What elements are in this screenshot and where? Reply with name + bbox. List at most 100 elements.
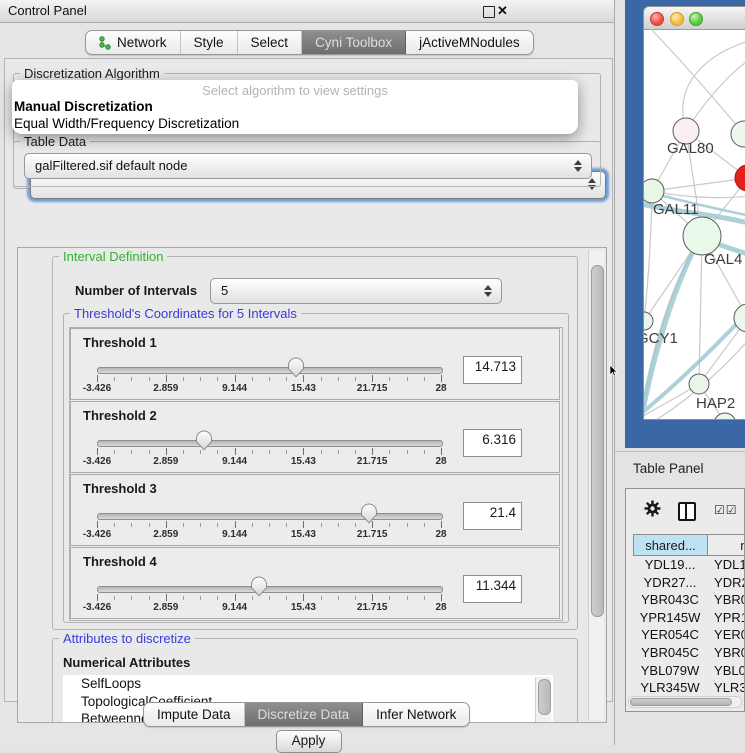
tab-jactivemnodules[interactable]: jActiveMNodules — [406, 31, 533, 54]
minimize-traffic-light[interactable] — [670, 12, 684, 26]
tab-select[interactable]: Select — [238, 31, 303, 54]
column-header-name[interactable]: na — [708, 534, 745, 556]
tick-label: 9.144 — [210, 456, 260, 467]
thresholds-group: Threshold's Coordinates for 5 Intervals … — [63, 313, 569, 623]
settings-scroll-pane: Interval Definition Number of Intervals … — [17, 247, 607, 723]
slider-track[interactable] — [97, 586, 443, 593]
main-scrollbar[interactable] — [588, 250, 604, 720]
number-of-intervals-label: Number of Intervals — [75, 283, 197, 298]
tick-label: 9.144 — [210, 383, 260, 394]
tick-label: 2.859 — [141, 602, 191, 613]
apply-button[interactable]: Apply — [276, 730, 342, 753]
slider-track[interactable] — [97, 513, 443, 520]
threshold-panel: Threshold 2 -3.4262.8599.14415.4321.7152… — [70, 401, 560, 473]
threshold-label: Threshold 4 — [83, 554, 157, 569]
control-panel-window: Control Panel ✕ Network Style Select Cyn… — [0, 0, 615, 745]
popup-hint: Select algorithm to view settings — [12, 83, 578, 98]
threshold-value-field[interactable]: 6.316 — [463, 429, 522, 457]
right-region: GAL80 GA GAL11 C GAL4 GCY1 H HAP2 Table … — [615, 0, 745, 745]
column-header-shared[interactable]: shared... — [633, 534, 708, 556]
slider-thumb[interactable] — [287, 357, 305, 378]
table-row[interactable]: YPR145WYPR1 — [633, 610, 745, 628]
top-tab-bar: Network Style Select Cyni Toolbox jActiv… — [85, 30, 534, 55]
popup-option-equal-width[interactable]: Equal Width/Frequency Discretization — [14, 116, 239, 131]
tab-style[interactable]: Style — [181, 31, 238, 54]
tick-label: 28 — [416, 602, 466, 613]
network-icon — [99, 36, 111, 50]
tab-impute-data[interactable]: Impute Data — [144, 703, 245, 726]
tick-label: 28 — [416, 456, 466, 467]
float-window-icon[interactable] — [483, 6, 495, 18]
cyni-toolbox-panel: Discretization Algorithm Table Data galF… — [4, 58, 613, 702]
network-node — [689, 374, 709, 394]
cell-name: YDL1 — [707, 557, 745, 575]
zoom-traffic-light[interactable] — [689, 12, 703, 26]
table-row[interactable]: YDR27...YDR2 — [633, 575, 745, 593]
tick-label: 15.43 — [278, 383, 328, 394]
tick-label: 21.715 — [347, 529, 397, 540]
threshold-label: Threshold 3 — [83, 481, 157, 496]
threshold-label: Threshold 1 — [83, 335, 157, 350]
slider-thumb[interactable] — [250, 576, 268, 597]
network-node — [731, 121, 745, 147]
group-title: Interval Definition — [59, 249, 167, 264]
threshold-panel: Threshold 4 -3.4262.8599.14415.4321.7152… — [70, 547, 560, 619]
slider-track[interactable] — [97, 367, 443, 374]
gear-icon[interactable] — [644, 500, 661, 517]
table-row[interactable]: YDL19...YDL1 — [633, 557, 745, 575]
window-title: Control Panel — [8, 3, 87, 18]
numerical-attributes-heading: Numerical Attributes — [63, 655, 190, 670]
thresholds-wrapper: Threshold 1 -3.426 2.859 9.144 15.43 21.715 2… — [69, 327, 563, 621]
cell-name: YPR1 — [707, 610, 745, 628]
group-title: Attributes to discretize — [59, 631, 195, 646]
table-hscrollbar[interactable] — [628, 696, 742, 708]
table-row[interactable]: YBR045CYBR0 — [633, 645, 745, 663]
cell-shared-name: YBL079W — [633, 663, 707, 681]
tab-discretize-data[interactable]: Discretize Data — [245, 703, 364, 726]
tab-cyni-toolbox[interactable]: Cyni Toolbox — [302, 31, 406, 54]
combo-value: 5 — [221, 283, 228, 298]
threshold-value-field[interactable]: 11.344 — [463, 575, 522, 603]
tab-infer-network[interactable]: Infer Network — [363, 703, 469, 726]
tab-network[interactable]: Network — [86, 31, 181, 54]
cell-shared-name: YPR145W — [633, 610, 707, 628]
threshold-value-field[interactable]: 14.713 — [463, 356, 522, 384]
table-row[interactable]: YBR043CYBR0 — [633, 592, 745, 610]
cell-shared-name: YBR045C — [633, 645, 707, 663]
tab-label: Network — [117, 35, 167, 50]
popup-option-manual[interactable]: Manual Discretization — [14, 99, 153, 114]
slider-ticks: -3.4262.8599.14415.4321.71528 — [97, 375, 442, 395]
table-row[interactable]: YER054CYER0 — [633, 627, 745, 645]
number-of-intervals-combo[interactable]: 5 — [210, 278, 502, 304]
threshold-label: Threshold 2 — [83, 408, 157, 423]
list-scrollbar[interactable] — [535, 677, 551, 723]
interval-definition-group: Interval Definition Number of Intervals … — [52, 256, 578, 630]
close-traffic-light[interactable] — [650, 12, 664, 26]
table-row[interactable]: YBL079WYBL0 — [633, 663, 745, 681]
select-columns-icon[interactable]: ☑☑ — [714, 503, 738, 517]
table-panel-title: Table Panel — [633, 461, 704, 476]
tick-label: 9.144 — [210, 602, 260, 613]
tick-label: 28 — [416, 529, 466, 540]
slider-thumb[interactable] — [360, 503, 378, 524]
tick-label: -3.426 — [72, 456, 122, 467]
table-data-combo[interactable]: galFiltered.sif default node — [24, 153, 592, 179]
slider-thumb[interactable] — [195, 430, 213, 451]
tick-label: 9.144 — [210, 529, 260, 540]
table-panel-toolbar: ☑☑ — [626, 489, 744, 531]
tick-label: 2.859 — [141, 529, 191, 540]
slider-ticks: -3.4262.8599.14415.4321.71528 — [97, 521, 442, 541]
tick-label: 15.43 — [278, 529, 328, 540]
column-layout-icon[interactable] — [678, 502, 696, 521]
network-node — [714, 413, 736, 419]
network-view-frame: GAL80 GA GAL11 C GAL4 GCY1 H HAP2 — [625, 0, 745, 448]
slider-track[interactable] — [97, 440, 443, 447]
network-node — [734, 304, 745, 332]
group-title: Discretization Algorithm — [20, 66, 164, 81]
group-title: Threshold's Coordinates for 5 Intervals — [70, 306, 301, 321]
close-window-icon[interactable]: ✕ — [497, 3, 508, 19]
network-view[interactable]: GAL80 GA GAL11 C GAL4 GCY1 H HAP2 — [644, 29, 745, 419]
node-label: GAL4 — [704, 251, 742, 268]
threshold-value-field[interactable]: 21.4 — [463, 502, 522, 530]
attribute-list-item[interactable]: SelfLoops — [63, 675, 553, 693]
